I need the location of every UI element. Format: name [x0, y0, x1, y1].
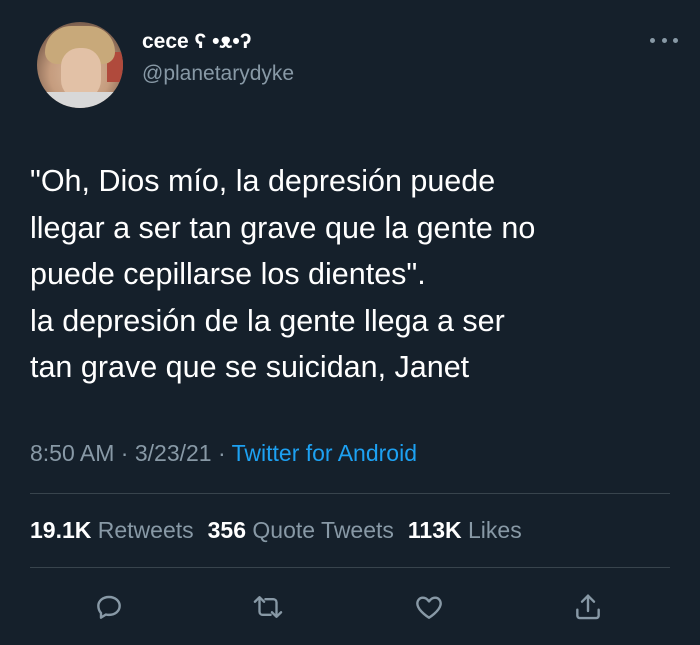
meta-separator: · [211, 440, 232, 466]
avatar-shirt [37, 92, 123, 108]
likes-stat[interactable]: 113K Likes [408, 517, 522, 543]
author-display-name[interactable]: cece ʕ •ᴥ•ʔ [142, 30, 251, 54]
reply-button[interactable] [86, 584, 132, 630]
tweet-meta: 8:50 AM · 3/23/21 · Twitter for Android [30, 440, 417, 467]
divider [30, 493, 670, 494]
retweet-button[interactable] [245, 584, 291, 630]
quotes-label: Quote Tweets [252, 517, 394, 543]
share-icon [576, 594, 600, 620]
quotes-count: 356 [207, 517, 247, 543]
reply-icon [97, 595, 121, 619]
tweet-actions [0, 584, 700, 634]
meta-separator: · [114, 440, 135, 466]
retweets-count: 19.1K [30, 517, 92, 543]
divider [30, 567, 670, 568]
avatar[interactable] [37, 22, 123, 108]
like-button[interactable] [406, 584, 452, 630]
likes-label: Likes [468, 517, 522, 543]
tweet-source-link[interactable]: Twitter for Android [232, 440, 417, 466]
likes-count: 113K [407, 517, 462, 543]
like-icon [416, 596, 442, 619]
retweets-stat[interactable]: 19.1K Retweets [30, 517, 194, 543]
share-button[interactable] [565, 584, 611, 630]
retweets-label: Retweets [97, 517, 194, 543]
tweet-time[interactable]: 8:50 AM [30, 440, 114, 466]
tweet-stats: 19.1K Retweets 356 Quote Tweets 113K Likes [30, 517, 522, 544]
tweet-date[interactable]: 3/23/21 [135, 440, 212, 466]
retweet-icon [253, 596, 283, 618]
tweet-text: "Oh, Dios mío, la depresión puede llegar… [30, 164, 536, 384]
quotes-stat[interactable]: 356 Quote Tweets [208, 517, 394, 543]
more-icon[interactable] [650, 30, 678, 50]
author-handle[interactable]: @planetarydyke [142, 62, 294, 86]
